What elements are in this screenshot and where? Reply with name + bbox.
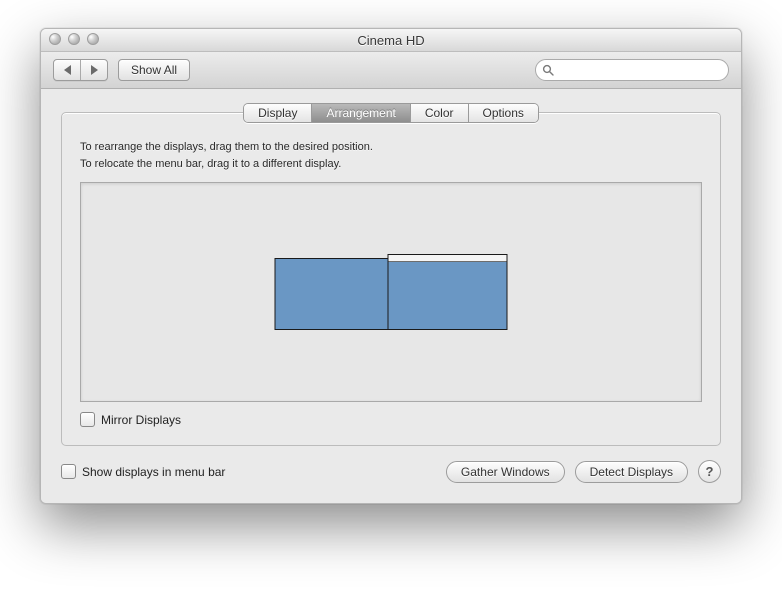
chevron-left-icon [64,65,71,75]
footer-row: Show displays in menu bar Gather Windows… [61,460,721,483]
display-thumb-1[interactable] [275,258,389,330]
show-in-menubar-label: Show displays in menu bar [82,465,225,479]
arrangement-canvas[interactable] [80,182,702,402]
display-thumb-2[interactable] [388,254,508,330]
gather-windows-button[interactable]: Gather Windows [446,461,565,483]
monitors-group [275,254,508,330]
search-icon [542,64,554,76]
show-all-button[interactable]: Show All [118,59,190,81]
close-icon[interactable] [49,33,61,45]
tab-color[interactable]: Color [410,104,468,122]
tab-arrangement[interactable]: Arrangement [311,104,409,122]
arrangement-panel: To rearrange the displays, drag them to … [61,112,721,446]
mirror-displays-checkbox[interactable] [80,412,95,427]
window-title: Cinema HD [41,33,741,48]
search-field[interactable] [535,59,729,81]
titlebar[interactable]: Cinema HD [41,29,741,52]
show-in-menubar-row[interactable]: Show displays in menu bar [61,464,225,479]
minimize-icon[interactable] [68,33,80,45]
back-button[interactable] [54,60,80,80]
forward-button[interactable] [80,60,107,80]
detect-displays-button[interactable]: Detect Displays [575,461,688,483]
show-in-menubar-checkbox[interactable] [61,464,76,479]
instruction-line: To relocate the menu bar, drag it to a d… [80,156,702,173]
tab-options[interactable]: Options [468,104,538,122]
menubar-handle[interactable] [389,255,507,262]
window-controls [49,33,99,45]
tab-strip: Display Arrangement Color Options [61,103,721,123]
search-input[interactable] [558,63,722,77]
prefs-window: Cinema HD Show All Display Arrangement C… [40,28,742,504]
nav-back-forward [53,59,108,81]
chevron-right-icon [91,65,98,75]
content-area: Display Arrangement Color Options To rea… [41,89,741,503]
mirror-displays-row[interactable]: Mirror Displays [80,412,702,427]
tab-display[interactable]: Display [244,104,311,122]
zoom-icon[interactable] [87,33,99,45]
toolbar: Show All [41,52,741,89]
help-button[interactable]: ? [698,460,721,483]
instruction-line: To rearrange the displays, drag them to … [80,139,702,156]
mirror-displays-label: Mirror Displays [101,413,181,427]
instructions: To rearrange the displays, drag them to … [80,139,702,172]
